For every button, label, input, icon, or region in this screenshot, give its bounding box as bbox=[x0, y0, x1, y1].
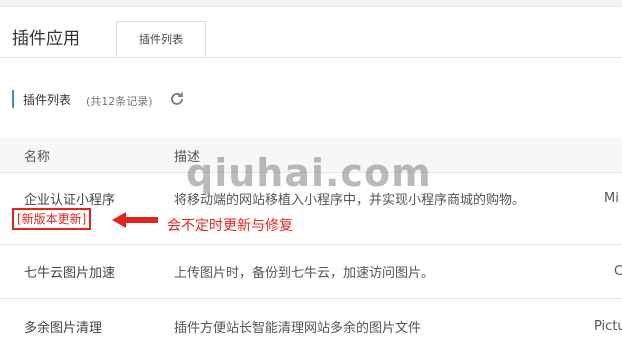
new-version-update-badge[interactable]: [新版本更新] bbox=[12, 208, 92, 230]
row-3-name: 多余图片清理 bbox=[24, 321, 103, 336]
record-count: (共12条记录) bbox=[86, 95, 153, 108]
watermark: qiuhai.com bbox=[186, 151, 432, 195]
section-title: 插件列表 bbox=[23, 93, 72, 107]
tab-plugin-list[interactable]: 插件列表 bbox=[116, 21, 206, 57]
arrow-left-icon bbox=[112, 212, 158, 228]
top-strip bbox=[0, 0, 622, 7]
refresh-icon[interactable] bbox=[169, 91, 185, 107]
tab-bar-divider bbox=[0, 57, 622, 58]
row-3-description: 插件方便站长智能清理网站多余的图片文件 bbox=[174, 321, 422, 336]
row-2-extra: C bbox=[614, 264, 622, 279]
row-1-extra: Mi bbox=[604, 191, 619, 206]
row-3-extra: Pictu bbox=[594, 319, 622, 334]
page-title: 插件应用 bbox=[12, 29, 80, 49]
row-2-description: 上传图片时，备份到七牛云，加速访问图片。 bbox=[174, 266, 435, 281]
column-header-name: 名称 bbox=[24, 150, 51, 165]
annotation-text: 会不定时更新与修复 bbox=[167, 218, 293, 234]
row-2-name: 七牛云图片加速 bbox=[24, 266, 116, 281]
section-accent-bar bbox=[12, 90, 14, 108]
row-divider bbox=[0, 244, 622, 245]
tab-plugin-list-label: 插件列表 bbox=[139, 33, 183, 46]
row-1-name: 企业认证小程序 bbox=[24, 193, 116, 208]
row-divider bbox=[0, 298, 622, 299]
